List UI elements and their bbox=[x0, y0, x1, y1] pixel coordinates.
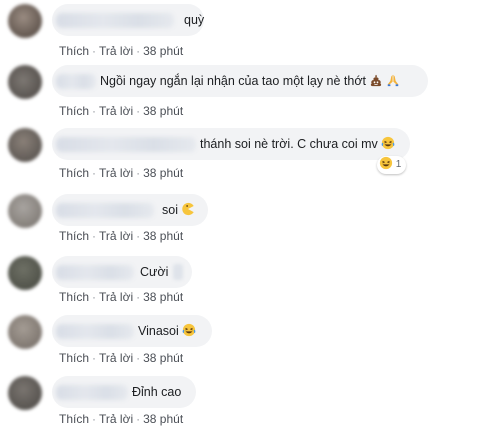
comment-bubble: Cười bbox=[52, 256, 192, 288]
laughing-icon bbox=[182, 323, 196, 337]
separator: · bbox=[136, 166, 141, 180]
separator: · bbox=[92, 166, 97, 180]
comment-text-content: Ngồi ngay ngắn lại nhận của tao một lạy … bbox=[100, 74, 367, 88]
like-link[interactable]: Thích bbox=[59, 351, 89, 365]
timestamp[interactable]: 38 phút bbox=[143, 412, 183, 426]
pacman-icon bbox=[182, 202, 194, 216]
separator: · bbox=[136, 44, 141, 58]
comment-text: quỳ bbox=[184, 13, 205, 27]
like-link[interactable]: Thích bbox=[59, 166, 89, 180]
timestamp[interactable]: 38 phút bbox=[143, 229, 183, 243]
redaction-mark bbox=[173, 264, 183, 280]
comment-actions: Thích · Trả lời · 38 phút bbox=[59, 290, 183, 304]
comment-thread: quỳ Thích · Trả lời · 38 phút Ngồi ngay ngắn… bbox=[0, 0, 495, 439]
comment-text: Đỉnh cao bbox=[132, 385, 182, 399]
praying-hands-icon bbox=[387, 74, 399, 87]
comment-text-content: Vinasoi bbox=[138, 324, 179, 338]
comment-text-content: thánh soi nè trời. C chưa coi mv bbox=[200, 137, 378, 151]
separator: · bbox=[92, 290, 97, 304]
separator: · bbox=[136, 229, 141, 243]
avatar[interactable] bbox=[8, 256, 42, 290]
separator: · bbox=[92, 412, 97, 426]
like-link[interactable]: Thích bbox=[59, 412, 89, 426]
comment-actions: Thích · Trả lời · 38 phút bbox=[59, 229, 183, 243]
reply-link[interactable]: Trả lời bbox=[99, 166, 133, 180]
comment-text: Cười bbox=[140, 265, 169, 279]
timestamp[interactable]: 38 phút bbox=[143, 290, 183, 304]
comment-actions: Thích · Trả lời · 38 phút bbox=[59, 44, 183, 58]
comment-bubble: Ngồi ngay ngắn lại nhận của tao một lạy … bbox=[52, 65, 428, 97]
author-name[interactable] bbox=[56, 324, 134, 339]
comment-item: thánh soi nè trời. C chưa coi mv 1 Thích… bbox=[0, 128, 495, 186]
comment-text: Vinasoi bbox=[138, 323, 196, 339]
avatar[interactable] bbox=[8, 128, 42, 162]
laughing-icon bbox=[381, 136, 395, 150]
avatar[interactable] bbox=[8, 315, 42, 349]
like-link[interactable]: Thích bbox=[59, 229, 89, 243]
author-name[interactable] bbox=[56, 137, 196, 152]
separator: · bbox=[92, 104, 97, 118]
comment-actions: Thích · Trả lời · 38 phút bbox=[59, 351, 183, 365]
reply-link[interactable]: Trả lời bbox=[99, 290, 133, 304]
comment-actions: Thích · Trả lời · 38 phút bbox=[59, 412, 183, 426]
timestamp[interactable]: 38 phút bbox=[143, 104, 183, 118]
reaction-count: 1 bbox=[395, 159, 402, 170]
reply-link[interactable]: Trả lời bbox=[99, 44, 133, 58]
separator: · bbox=[136, 104, 141, 118]
like-link[interactable]: Thích bbox=[59, 104, 89, 118]
poop-icon bbox=[370, 74, 382, 87]
reply-link[interactable]: Trả lời bbox=[99, 229, 133, 243]
reply-link[interactable]: Trả lời bbox=[99, 104, 133, 118]
separator: · bbox=[92, 351, 97, 365]
separator: · bbox=[92, 229, 97, 243]
comment-text: Ngồi ngay ngắn lại nhận của tao một lạy … bbox=[100, 73, 400, 89]
separator: · bbox=[92, 44, 97, 58]
separator: · bbox=[136, 290, 141, 304]
comment-item: Cười Thích · Trả lời · 38 phút bbox=[0, 256, 495, 314]
comment-actions: Thích · Trả lời · 38 phút bbox=[59, 166, 183, 180]
avatar[interactable] bbox=[8, 194, 42, 228]
comment-item: Ngồi ngay ngắn lại nhận của tao một lạy … bbox=[0, 65, 495, 123]
comment-item: quỳ Thích · Trả lời · 38 phút bbox=[0, 4, 495, 62]
comment-item: soi Thích · Trả lời · 38 phút bbox=[0, 194, 495, 252]
timestamp[interactable]: 38 phút bbox=[143, 44, 183, 58]
author-name[interactable] bbox=[56, 203, 154, 218]
author-name[interactable] bbox=[56, 265, 134, 280]
timestamp[interactable]: 38 phút bbox=[143, 351, 183, 365]
avatar[interactable] bbox=[8, 376, 42, 410]
comment-item: Đỉnh cao Thích · Trả lời · 38 phút bbox=[0, 376, 495, 434]
haha-reaction-icon bbox=[379, 156, 393, 170]
comment-bubble: thánh soi nè trời. C chưa coi mv bbox=[52, 128, 410, 160]
comment-actions: Thích · Trả lời · 38 phút bbox=[59, 104, 183, 118]
author-name[interactable] bbox=[56, 13, 174, 28]
reaction-badge[interactable]: 1 bbox=[377, 156, 407, 174]
comment-bubble: soi bbox=[52, 194, 208, 226]
like-link[interactable]: Thích bbox=[59, 290, 89, 304]
author-name[interactable] bbox=[56, 74, 96, 89]
comment-bubble: Vinasoi bbox=[52, 315, 212, 347]
reply-link[interactable]: Trả lời bbox=[99, 351, 133, 365]
avatar[interactable] bbox=[8, 4, 42, 38]
comment-text: thánh soi nè trời. C chưa coi mv bbox=[200, 136, 395, 152]
comment-item: Vinasoi Thích · Trả lời · 38 phút bbox=[0, 315, 495, 373]
separator: · bbox=[136, 412, 141, 426]
comment-bubble: quỳ bbox=[52, 4, 204, 36]
timestamp[interactable]: 38 phút bbox=[143, 166, 183, 180]
avatar[interactable] bbox=[8, 65, 42, 99]
comment-bubble: Đỉnh cao bbox=[52, 376, 196, 408]
author-name[interactable] bbox=[56, 385, 128, 400]
like-link[interactable]: Thích bbox=[59, 44, 89, 58]
comment-text: soi bbox=[162, 202, 195, 218]
comment-text-content: soi bbox=[162, 203, 178, 217]
reply-link[interactable]: Trả lời bbox=[99, 412, 133, 426]
separator: · bbox=[136, 351, 141, 365]
